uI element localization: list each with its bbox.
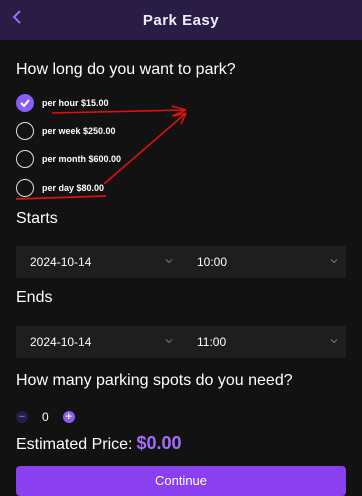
option-per-day[interactable]: per day $80.00 bbox=[16, 177, 104, 199]
option-per-month[interactable]: per month $600.00 bbox=[16, 148, 121, 170]
end-date-value: 2024-10-14 bbox=[30, 335, 92, 349]
spots-quantity: 0 bbox=[42, 410, 49, 424]
page-title: Park Easy bbox=[142, 11, 220, 29]
option-per-week[interactable]: per week $250.00 bbox=[16, 120, 116, 142]
radio-icon[interactable] bbox=[16, 179, 34, 197]
start-date-select[interactable]: 2024-10-14 bbox=[16, 246, 181, 278]
radio-checked-icon[interactable] bbox=[16, 94, 34, 112]
plus-icon[interactable]: + bbox=[62, 411, 75, 423]
ends-label: Ends bbox=[16, 289, 53, 306]
starts-label: Starts bbox=[16, 210, 58, 227]
estimated-price-label: Estimated Price: bbox=[16, 436, 133, 453]
radio-icon[interactable] bbox=[16, 122, 34, 140]
spots-question: How many parking spots do you need? bbox=[16, 372, 293, 389]
duration-question: How long do you want to park? bbox=[16, 61, 236, 78]
radio-icon[interactable] bbox=[16, 150, 34, 168]
estimated-price: Estimated Price: $0.00 bbox=[16, 433, 182, 454]
annotation-arrow bbox=[173, 112, 187, 125]
start-date-value: 2024-10-14 bbox=[30, 255, 92, 269]
continue-button[interactable]: Continue bbox=[16, 466, 346, 496]
option-label: per week $250.00 bbox=[42, 126, 116, 136]
chevron-down-icon bbox=[330, 259, 338, 264]
app-header: Park Easy bbox=[0, 0, 362, 40]
ends-picker-row: 2024-10-14 11:00 bbox=[16, 326, 346, 358]
chevron-down-icon bbox=[165, 339, 173, 344]
end-date-select[interactable]: 2024-10-14 bbox=[16, 326, 181, 358]
end-time-value: 11:00 bbox=[197, 335, 227, 349]
chevron-left-icon[interactable] bbox=[12, 8, 32, 30]
start-time-select[interactable]: 10:00 bbox=[181, 246, 346, 278]
chevron-down-icon bbox=[330, 339, 338, 344]
chevron-down-icon bbox=[165, 259, 173, 264]
spots-stepper: − 0 + bbox=[16, 408, 75, 426]
option-label: per month $600.00 bbox=[42, 154, 122, 164]
option-per-hour[interactable]: per hour $15.00 bbox=[16, 92, 109, 114]
minus-icon[interactable]: − bbox=[16, 411, 28, 423]
starts-picker-row: 2024-10-14 10:00 bbox=[16, 246, 346, 278]
annotation-arrow bbox=[171, 105, 187, 117]
end-time-select[interactable]: 11:00 bbox=[181, 326, 346, 358]
estimated-price-value: $0.00 bbox=[136, 433, 182, 453]
option-label: per hour $15.00 bbox=[42, 98, 109, 108]
option-label: per day $80.00 bbox=[42, 183, 105, 193]
start-time-value: 10:00 bbox=[197, 255, 228, 269]
